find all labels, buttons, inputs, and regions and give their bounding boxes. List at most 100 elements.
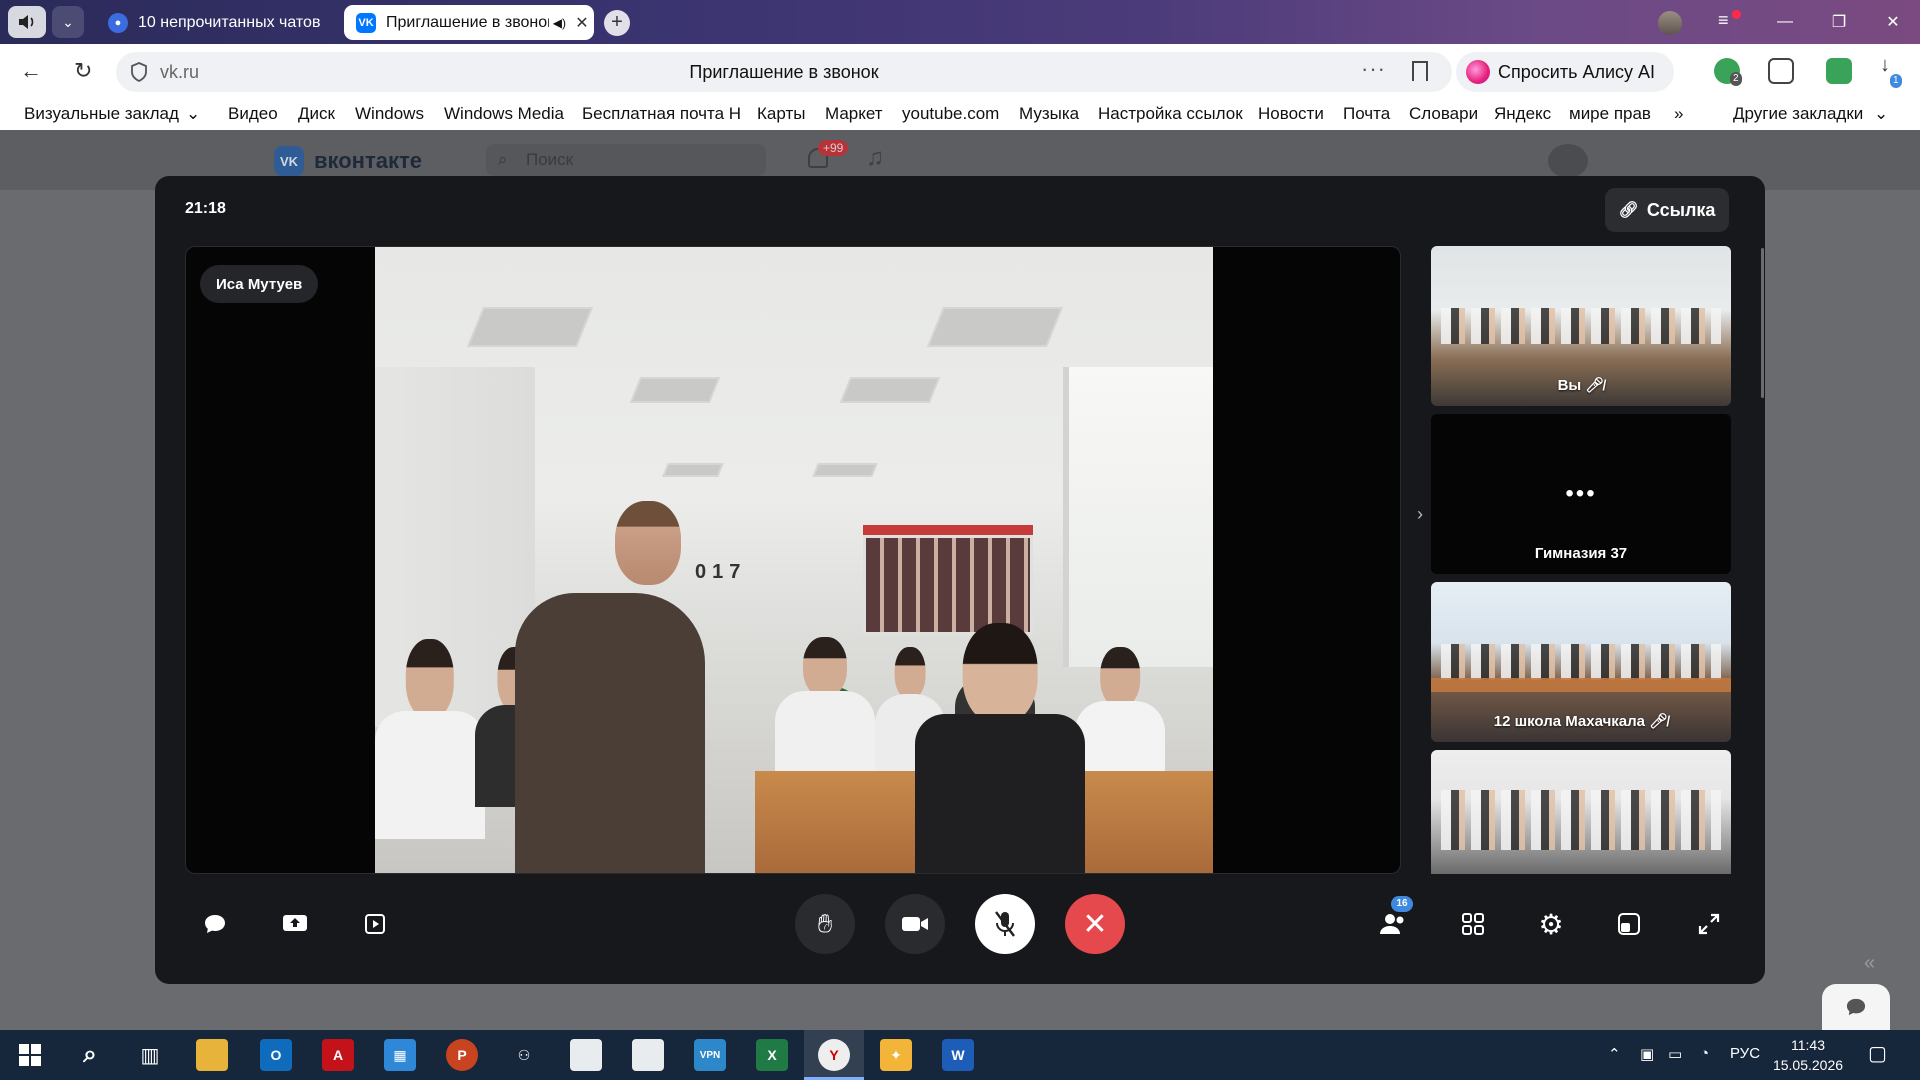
link-icon: 🔗︎	[1618, 202, 1639, 219]
minimize-icon[interactable]: —	[1758, 13, 1812, 31]
fullscreen-button[interactable]	[1687, 902, 1731, 946]
chevron-down-icon[interactable]: ⌄	[1874, 104, 1888, 124]
restore-icon[interactable]: ❐	[1812, 12, 1866, 32]
participant-tile-self[interactable]: Вы 🎤︎̸	[1431, 246, 1731, 406]
grid-layout-button[interactable]	[1451, 902, 1495, 946]
chat-button[interactable]	[193, 902, 237, 946]
bookmark-item[interactable]: Почта	[1343, 104, 1390, 124]
vk-logo[interactable]: VK вконтакте	[274, 146, 422, 176]
notification-badge: +99	[818, 140, 849, 156]
document-icon[interactable]	[632, 1039, 664, 1071]
store-icon[interactable]: ▦	[384, 1039, 416, 1071]
end-call-button[interactable]: ✕	[1065, 894, 1125, 954]
profile-avatar[interactable]	[1658, 11, 1682, 35]
bookmarks-overflow-icon[interactable]: »	[1674, 104, 1683, 124]
word-icon[interactable]: W	[942, 1039, 974, 1071]
bookmark-item[interactable]: Яндекс	[1494, 104, 1551, 124]
chevron-right-icon[interactable]: ›	[1417, 504, 1423, 525]
participant-tile[interactable]: ••• Гимназия 37	[1431, 414, 1731, 574]
mic-off-icon: 🎤︎̸	[1649, 713, 1669, 730]
call-timer: 21:18	[185, 200, 226, 217]
bookmark-item[interactable]: Windows Media	[444, 104, 564, 124]
avatar[interactable]	[1548, 144, 1588, 178]
camera-button[interactable]	[885, 894, 945, 954]
search-icon[interactable]: ⌕	[74, 1039, 106, 1071]
main-video[interactable]: Иса Мутуев 017	[185, 246, 1401, 874]
more-dots-icon[interactable]: ···	[1361, 56, 1386, 82]
bookmark-item[interactable]: youtube.com	[902, 104, 999, 124]
copy-link-button[interactable]: 🔗︎ Ссылка	[1605, 188, 1729, 232]
task-view-icon[interactable]: ▥	[134, 1039, 166, 1071]
double-chevron-icon[interactable]: «	[1864, 952, 1875, 975]
share-screen-button[interactable]	[273, 902, 317, 946]
picture-in-picture-button[interactable]	[1607, 902, 1651, 946]
back-arrow-icon[interactable]: ←	[20, 58, 42, 84]
game-icon[interactable]: ✦	[880, 1039, 912, 1071]
microphone-toggle-button[interactable]	[975, 894, 1035, 954]
settings-button[interactable]: ⚙︎	[1529, 902, 1573, 946]
search-icon: ⌕	[498, 150, 508, 169]
playing-audio-icon: ◀)	[552, 15, 566, 30]
windows-start-icon[interactable]	[14, 1039, 46, 1071]
window-controls: — ❐ ✕	[1758, 0, 1920, 44]
chevron-down-icon[interactable]: ⌄	[186, 104, 200, 124]
reload-icon[interactable]: ↻	[74, 58, 92, 84]
bookmark-item[interactable]: Бесплатная почта Н	[582, 104, 741, 124]
acrobat-icon[interactable]: A	[322, 1039, 354, 1071]
notifications-icon[interactable]: ▢	[1868, 1041, 1887, 1066]
bookmark-folder-visual[interactable]: Визуальные заклад	[24, 104, 179, 124]
save-extension-icon[interactable]	[1826, 58, 1852, 84]
bookmark-item[interactable]: Музыка	[1019, 104, 1079, 124]
chevron-up-icon[interactable]: ⌃	[1608, 1045, 1621, 1063]
new-tab-button[interactable]: +	[604, 10, 630, 36]
file-explorer-icon[interactable]	[196, 1039, 228, 1071]
excel-icon[interactable]: X	[756, 1039, 788, 1071]
network-app-icon[interactable]: ⚇	[508, 1039, 540, 1071]
language-indicator[interactable]: РУС	[1730, 1045, 1760, 1062]
media-share-button[interactable]	[353, 902, 397, 946]
bookmark-item[interactable]: Windows	[355, 104, 424, 124]
thumbnails-scrollbar[interactable]	[1761, 248, 1764, 398]
document-icon[interactable]	[570, 1039, 602, 1071]
close-tab-icon[interactable]: ✕	[570, 13, 594, 33]
bookmark-item[interactable]: Настройка ссылок	[1098, 104, 1243, 124]
clock[interactable]: 11:43 15.05.2026	[1768, 1035, 1848, 1075]
bookmark-item[interactable]: Видео	[228, 104, 278, 124]
tab-call-invite[interactable]: VK Приглашение в звонок ◀) ✕	[344, 5, 594, 40]
powerpoint-icon[interactable]: P	[446, 1039, 478, 1071]
classroom-preview	[1441, 308, 1721, 344]
raise-hand-button[interactable]: ✋︎	[795, 894, 855, 954]
wifi-icon[interactable]: ◔	[1700, 1045, 1709, 1062]
bookmark-item[interactable]: Карты	[757, 104, 805, 124]
bookmark-icon[interactable]	[1412, 61, 1428, 81]
other-bookmarks[interactable]: Другие закладки	[1733, 104, 1863, 124]
bookmark-item[interactable]: мире прав	[1569, 104, 1651, 124]
audio-toggle-button[interactable]	[8, 6, 46, 38]
tab-unread-chats[interactable]: ● 10 непрочитанных чатов	[96, 5, 336, 40]
bookmark-item[interactable]: Новости	[1258, 104, 1324, 124]
battery-icon[interactable]: ▭	[1668, 1045, 1682, 1063]
ceiling-light	[466, 307, 594, 347]
floating-chat-button[interactable]	[1822, 984, 1890, 1030]
tab-list-button[interactable]: ⌄	[52, 6, 84, 38]
device-icon[interactable]: ▣	[1640, 1045, 1654, 1063]
participant-tile[interactable]: 12 школа Махачкала 🎤︎̸	[1431, 582, 1731, 742]
omnibox[interactable]: vk.ru Приглашение в звонок ···	[116, 52, 1452, 92]
ceiling-light	[812, 463, 878, 477]
ask-alice-button[interactable]: Спросить Алису AI	[1456, 52, 1674, 92]
speaker-name-chip: Иса Мутуев	[200, 265, 319, 303]
browser-menu-icon[interactable]: ≡	[1718, 10, 1729, 31]
music-note-icon[interactable]: ♫	[866, 144, 884, 172]
bookmark-item[interactable]: Диск	[298, 104, 335, 124]
outlook-icon[interactable]: O	[260, 1039, 292, 1071]
collections-icon[interactable]	[1768, 58, 1794, 84]
screen-share-icon	[283, 915, 307, 931]
vpn-icon[interactable]: VPN	[694, 1039, 726, 1071]
bookmark-item[interactable]: Маркет	[825, 104, 883, 124]
participant-tile[interactable]	[1431, 750, 1731, 874]
close-window-icon[interactable]: ✕	[1866, 12, 1920, 32]
vk-search-input[interactable]: ⌕ Поиск	[486, 144, 766, 176]
teacher-head	[615, 501, 681, 585]
bookmark-item[interactable]: Словари	[1409, 104, 1478, 124]
yandex-browser-icon[interactable]: Y	[818, 1039, 850, 1071]
